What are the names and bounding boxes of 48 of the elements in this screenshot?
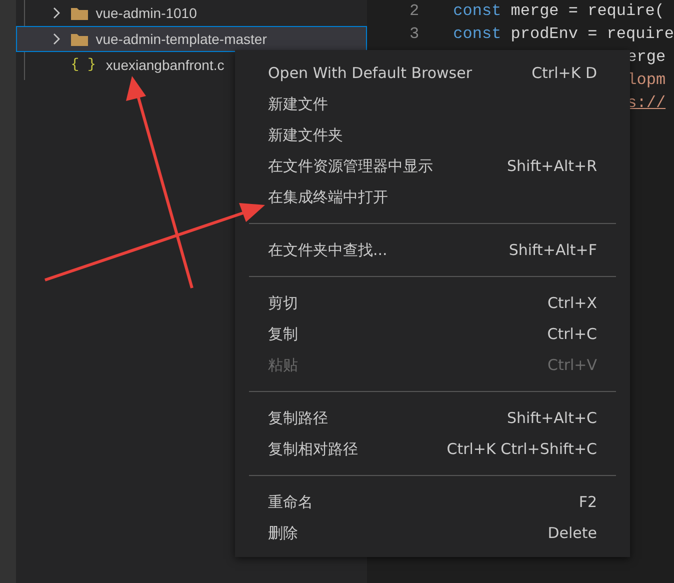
shortcut-text: Delete (548, 523, 597, 544)
menu-item[interactable]: Open With Default Browser Ctrl+K D (235, 58, 630, 89)
menu-item[interactable]: 新建文件 (235, 89, 630, 120)
json-file-icon: { } (70, 54, 96, 76)
code-line: lopm (627, 70, 666, 91)
menu-label: 新建文件夹 (268, 125, 343, 146)
menu-label: 粘贴 (268, 355, 298, 376)
line-number: 2 (408, 1, 420, 22)
menu-item[interactable]: 新建文件夹 (235, 120, 630, 151)
menu-label: 在文件资源管理器中显示 (268, 156, 433, 178)
code-line: const merge = require( (453, 1, 664, 22)
line-number: 3 (408, 24, 420, 45)
code-line: const prodEnv = require (453, 24, 674, 45)
shortcut-text: Ctrl+K Ctrl+Shift+C (446, 439, 597, 460)
menu-item[interactable]: 在集成终端中打开 (235, 182, 630, 213)
menu-label: 复制相对路径 (268, 439, 358, 460)
shortcut-text: Shift+Alt+F (508, 240, 597, 262)
shortcut-text: Ctrl+V (547, 355, 597, 376)
menu-label: 在集成终端中打开 (268, 187, 388, 208)
shortcut-text: Shift+Alt+C (506, 408, 597, 430)
menu-item[interactable]: 在文件夹中查找... Shift+Alt+F (235, 235, 630, 266)
menu-item[interactable]: 复制 Ctrl+C (235, 319, 630, 350)
tree-item[interactable]: vue-admin-1010 (16, 0, 368, 26)
menu-item[interactable]: 复制相对路径 Ctrl+K Ctrl+Shift+C (235, 434, 630, 465)
menu-label: 重命名 (268, 492, 313, 514)
menu-item[interactable]: 剪切 Ctrl+X (235, 288, 630, 319)
menu-label: 复制路径 (268, 408, 328, 430)
folder-icon (70, 32, 88, 46)
tree-item[interactable]: vue-admin-template-master (16, 26, 368, 52)
menu-label: Open With Default Browser (268, 63, 472, 84)
menu-item[interactable]: 复制路径 Shift+Alt+C (235, 403, 630, 434)
shortcut-text: Ctrl+X (547, 293, 597, 314)
shortcut-text: Shift+Alt+R (507, 156, 597, 178)
menu-item[interactable]: 重命名 F2 (235, 487, 630, 518)
menu-label: 新建文件 (268, 94, 328, 116)
menu-label: 剪切 (268, 293, 298, 314)
shortcut-text: F2 (578, 492, 597, 514)
menu-item[interactable]: 在文件资源管理器中显示 Shift+Alt+R (235, 151, 630, 182)
shortcut-text: Ctrl+C (547, 324, 597, 346)
file-name: vue-admin-1010 (96, 4, 197, 22)
menu-item[interactable]: 删除 Delete (235, 518, 630, 549)
shortcut-text: Ctrl+K D (532, 63, 597, 84)
file-name: vue-admin-template-master (96, 30, 267, 49)
menu-label: 在文件夹中查找... (268, 240, 388, 262)
file-name: xuexiangbanfront.c (106, 56, 224, 75)
folder-icon (70, 6, 88, 20)
menu-label: 删除 (268, 523, 298, 544)
menu-label: 复制 (268, 324, 298, 346)
